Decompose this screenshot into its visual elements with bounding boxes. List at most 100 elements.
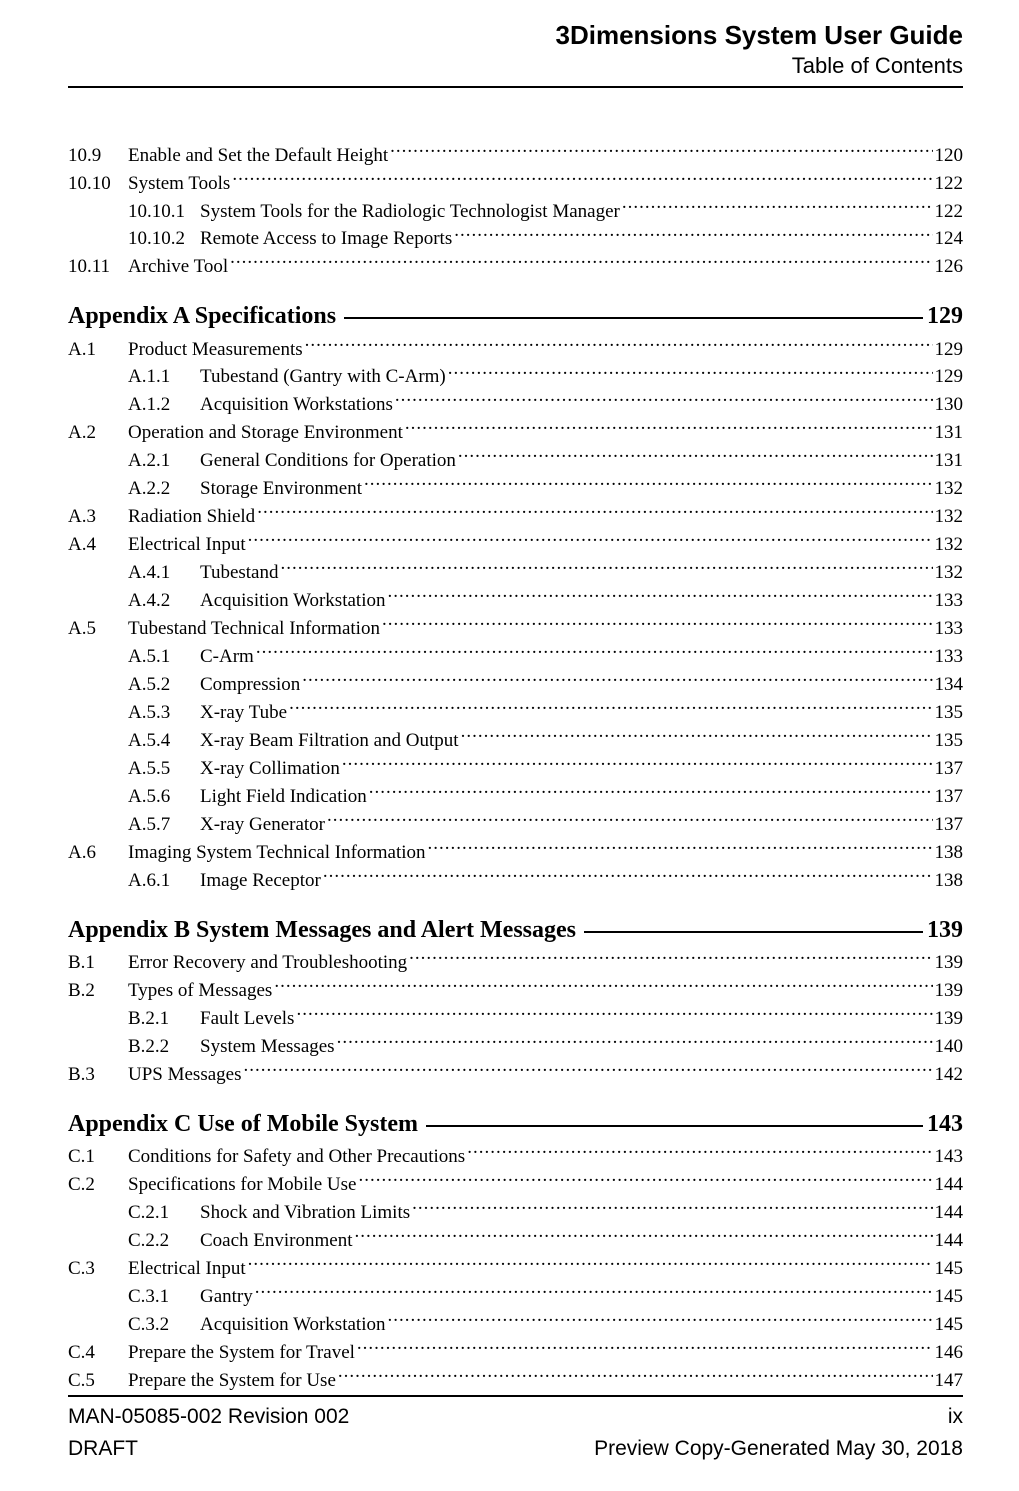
toc-leader-dots xyxy=(323,867,933,886)
toc-leader-dots xyxy=(337,1033,933,1052)
toc-entry: 10.10.2Remote Access to Image Reports124 xyxy=(68,225,963,253)
toc-section-page: 143 xyxy=(927,1107,963,1141)
toc-entry-page: 138 xyxy=(933,840,964,867)
toc-entry-page: 135 xyxy=(933,700,964,727)
toc-entry-number: A.5.5 xyxy=(128,756,200,783)
toc-entry: C.3Electrical Input145 xyxy=(68,1255,963,1283)
toc-entry-number: C.3 xyxy=(68,1256,128,1283)
toc-entry-label: X-ray Generator xyxy=(200,812,327,839)
toc-entry-number: A.5.2 xyxy=(128,672,200,699)
toc-leader-dots xyxy=(243,1061,932,1080)
toc-leader-dots xyxy=(248,531,933,550)
doc-title: 3Dimensions System User Guide xyxy=(68,20,963,51)
toc-entry-number: C.2.1 xyxy=(128,1200,200,1227)
toc-leader-dots xyxy=(409,949,932,968)
toc-leader-dots xyxy=(395,391,933,410)
toc-leader-dots xyxy=(461,727,933,746)
toc-entry-number: 10.10.1 xyxy=(128,199,200,226)
toc-entry-label: C-Arm xyxy=(200,644,256,671)
toc-section-heading: Appendix B System Messages and Alert Mes… xyxy=(68,913,963,947)
toc-entry: 10.10System Tools122 xyxy=(68,170,963,198)
toc-entry: A.4.2Acquisition Workstation133 xyxy=(68,587,963,615)
toc-entry-page: 133 xyxy=(933,616,964,643)
toc-entry-label: Enable and Set the Default Height xyxy=(128,143,390,170)
toc-leader-dots xyxy=(255,1283,933,1302)
toc-entry-number: A.6 xyxy=(68,840,128,867)
toc-entry-page: 144 xyxy=(933,1200,964,1227)
toc-entry-label: Types of Messages xyxy=(128,978,274,1005)
toc-entry-page: 137 xyxy=(933,784,964,811)
toc-entry-page: 129 xyxy=(933,364,964,391)
table-of-contents: 10.9Enable and Set the Default Height120… xyxy=(68,142,963,1395)
toc-entry-number: A.5.6 xyxy=(128,784,200,811)
toc-entry-page: 131 xyxy=(933,420,964,447)
toc-leader-dots xyxy=(412,1199,932,1218)
toc-entry-label: Specifications for Mobile Use xyxy=(128,1172,358,1199)
toc-entry-number: A.1.1 xyxy=(128,364,200,391)
toc-entry-number: A.1 xyxy=(68,337,128,364)
toc-entry-number: A.2 xyxy=(68,420,128,447)
toc-leader-dots xyxy=(280,559,932,578)
toc-section-heading: Appendix C Use of Mobile System143 xyxy=(68,1107,963,1141)
toc-entry: A.1.2Acquisition Workstations130 xyxy=(68,391,963,419)
toc-entry: C.2.1Shock and Vibration Limits144 xyxy=(68,1199,963,1227)
footer-line-1: MAN-05085-002 Revision 002 ix xyxy=(68,1405,963,1429)
toc-entry-page: 133 xyxy=(933,588,964,615)
toc-entry: A.3Radiation Shield132 xyxy=(68,503,963,531)
toc-entry: C.3.1Gantry145 xyxy=(68,1283,963,1311)
toc-entry-label: Fault Levels xyxy=(200,1006,296,1033)
toc-leader-dots xyxy=(274,977,932,996)
toc-leader-dots xyxy=(467,1143,932,1162)
toc-entry-label: Tubestand (Gantry with C-Arm) xyxy=(200,364,448,391)
toc-entry-label: Coach Environment xyxy=(200,1228,355,1255)
toc-entry-label: Compression xyxy=(200,672,302,699)
section-underline xyxy=(584,916,923,932)
toc-entry: B.2.2System Messages140 xyxy=(68,1033,963,1061)
toc-entry: C.2Specifications for Mobile Use144 xyxy=(68,1171,963,1199)
toc-entry-page: 144 xyxy=(933,1172,964,1199)
toc-entry-label: X-ray Collimation xyxy=(200,756,342,783)
toc-entry-page: 132 xyxy=(933,504,964,531)
toc-entry-label: UPS Messages xyxy=(128,1062,243,1089)
toc-entry-page: 132 xyxy=(933,560,964,587)
footer-draft-label: DRAFT xyxy=(68,1437,138,1461)
footer-generated-date: Preview Copy-Generated May 30, 2018 xyxy=(594,1437,963,1461)
toc-entry: C.1Conditions for Safety and Other Preca… xyxy=(68,1143,963,1171)
toc-entry-label: Acquisition Workstations xyxy=(200,392,395,419)
toc-entry-page: 132 xyxy=(933,532,964,559)
toc-entry-number: C.3.2 xyxy=(128,1312,200,1339)
toc-entry: B.3UPS Messages142 xyxy=(68,1061,963,1089)
toc-entry-number: A.5 xyxy=(68,616,128,643)
toc-entry-label: Prepare the System for Use xyxy=(128,1368,338,1395)
toc-entry: C.4Prepare the System for Travel146 xyxy=(68,1339,963,1367)
toc-entry-page: 120 xyxy=(933,143,964,170)
toc-entry-page: 137 xyxy=(933,812,964,839)
toc-entry-label: Tubestand Technical Information xyxy=(128,616,382,643)
toc-entry-page: 122 xyxy=(933,199,964,226)
toc-leader-dots xyxy=(622,198,933,217)
toc-leader-dots xyxy=(448,363,933,382)
toc-entry-number: A.4.1 xyxy=(128,560,200,587)
toc-section-page: 129 xyxy=(927,299,963,333)
toc-leader-dots xyxy=(248,1255,933,1274)
toc-leader-dots xyxy=(382,615,933,634)
toc-leader-dots xyxy=(230,253,932,272)
toc-entry-label: Gantry xyxy=(200,1284,255,1311)
toc-entry-number: A.1.2 xyxy=(128,392,200,419)
toc-entry-number: B.2.1 xyxy=(128,1006,200,1033)
toc-entry: B.1Error Recovery and Troubleshooting139 xyxy=(68,949,963,977)
toc-entry-page: 140 xyxy=(933,1034,964,1061)
toc-entry-label: Storage Environment xyxy=(200,476,364,503)
toc-leader-dots xyxy=(387,587,932,606)
toc-entry: C.5Prepare the System for Use147 xyxy=(68,1367,963,1395)
toc-leader-dots xyxy=(338,1367,933,1386)
section-underline xyxy=(344,303,923,319)
toc-entry: A.5.1C-Arm133 xyxy=(68,643,963,671)
toc-entry: A.6Imaging System Technical Information1… xyxy=(68,839,963,867)
toc-section-heading: Appendix A Specifications129 xyxy=(68,299,963,333)
toc-leader-dots xyxy=(405,419,933,438)
toc-entry-page: 145 xyxy=(933,1312,964,1339)
toc-entry-page: 147 xyxy=(933,1368,964,1395)
toc-entry: A.2Operation and Storage Environment131 xyxy=(68,419,963,447)
toc-entry-number: A.2.2 xyxy=(128,476,200,503)
